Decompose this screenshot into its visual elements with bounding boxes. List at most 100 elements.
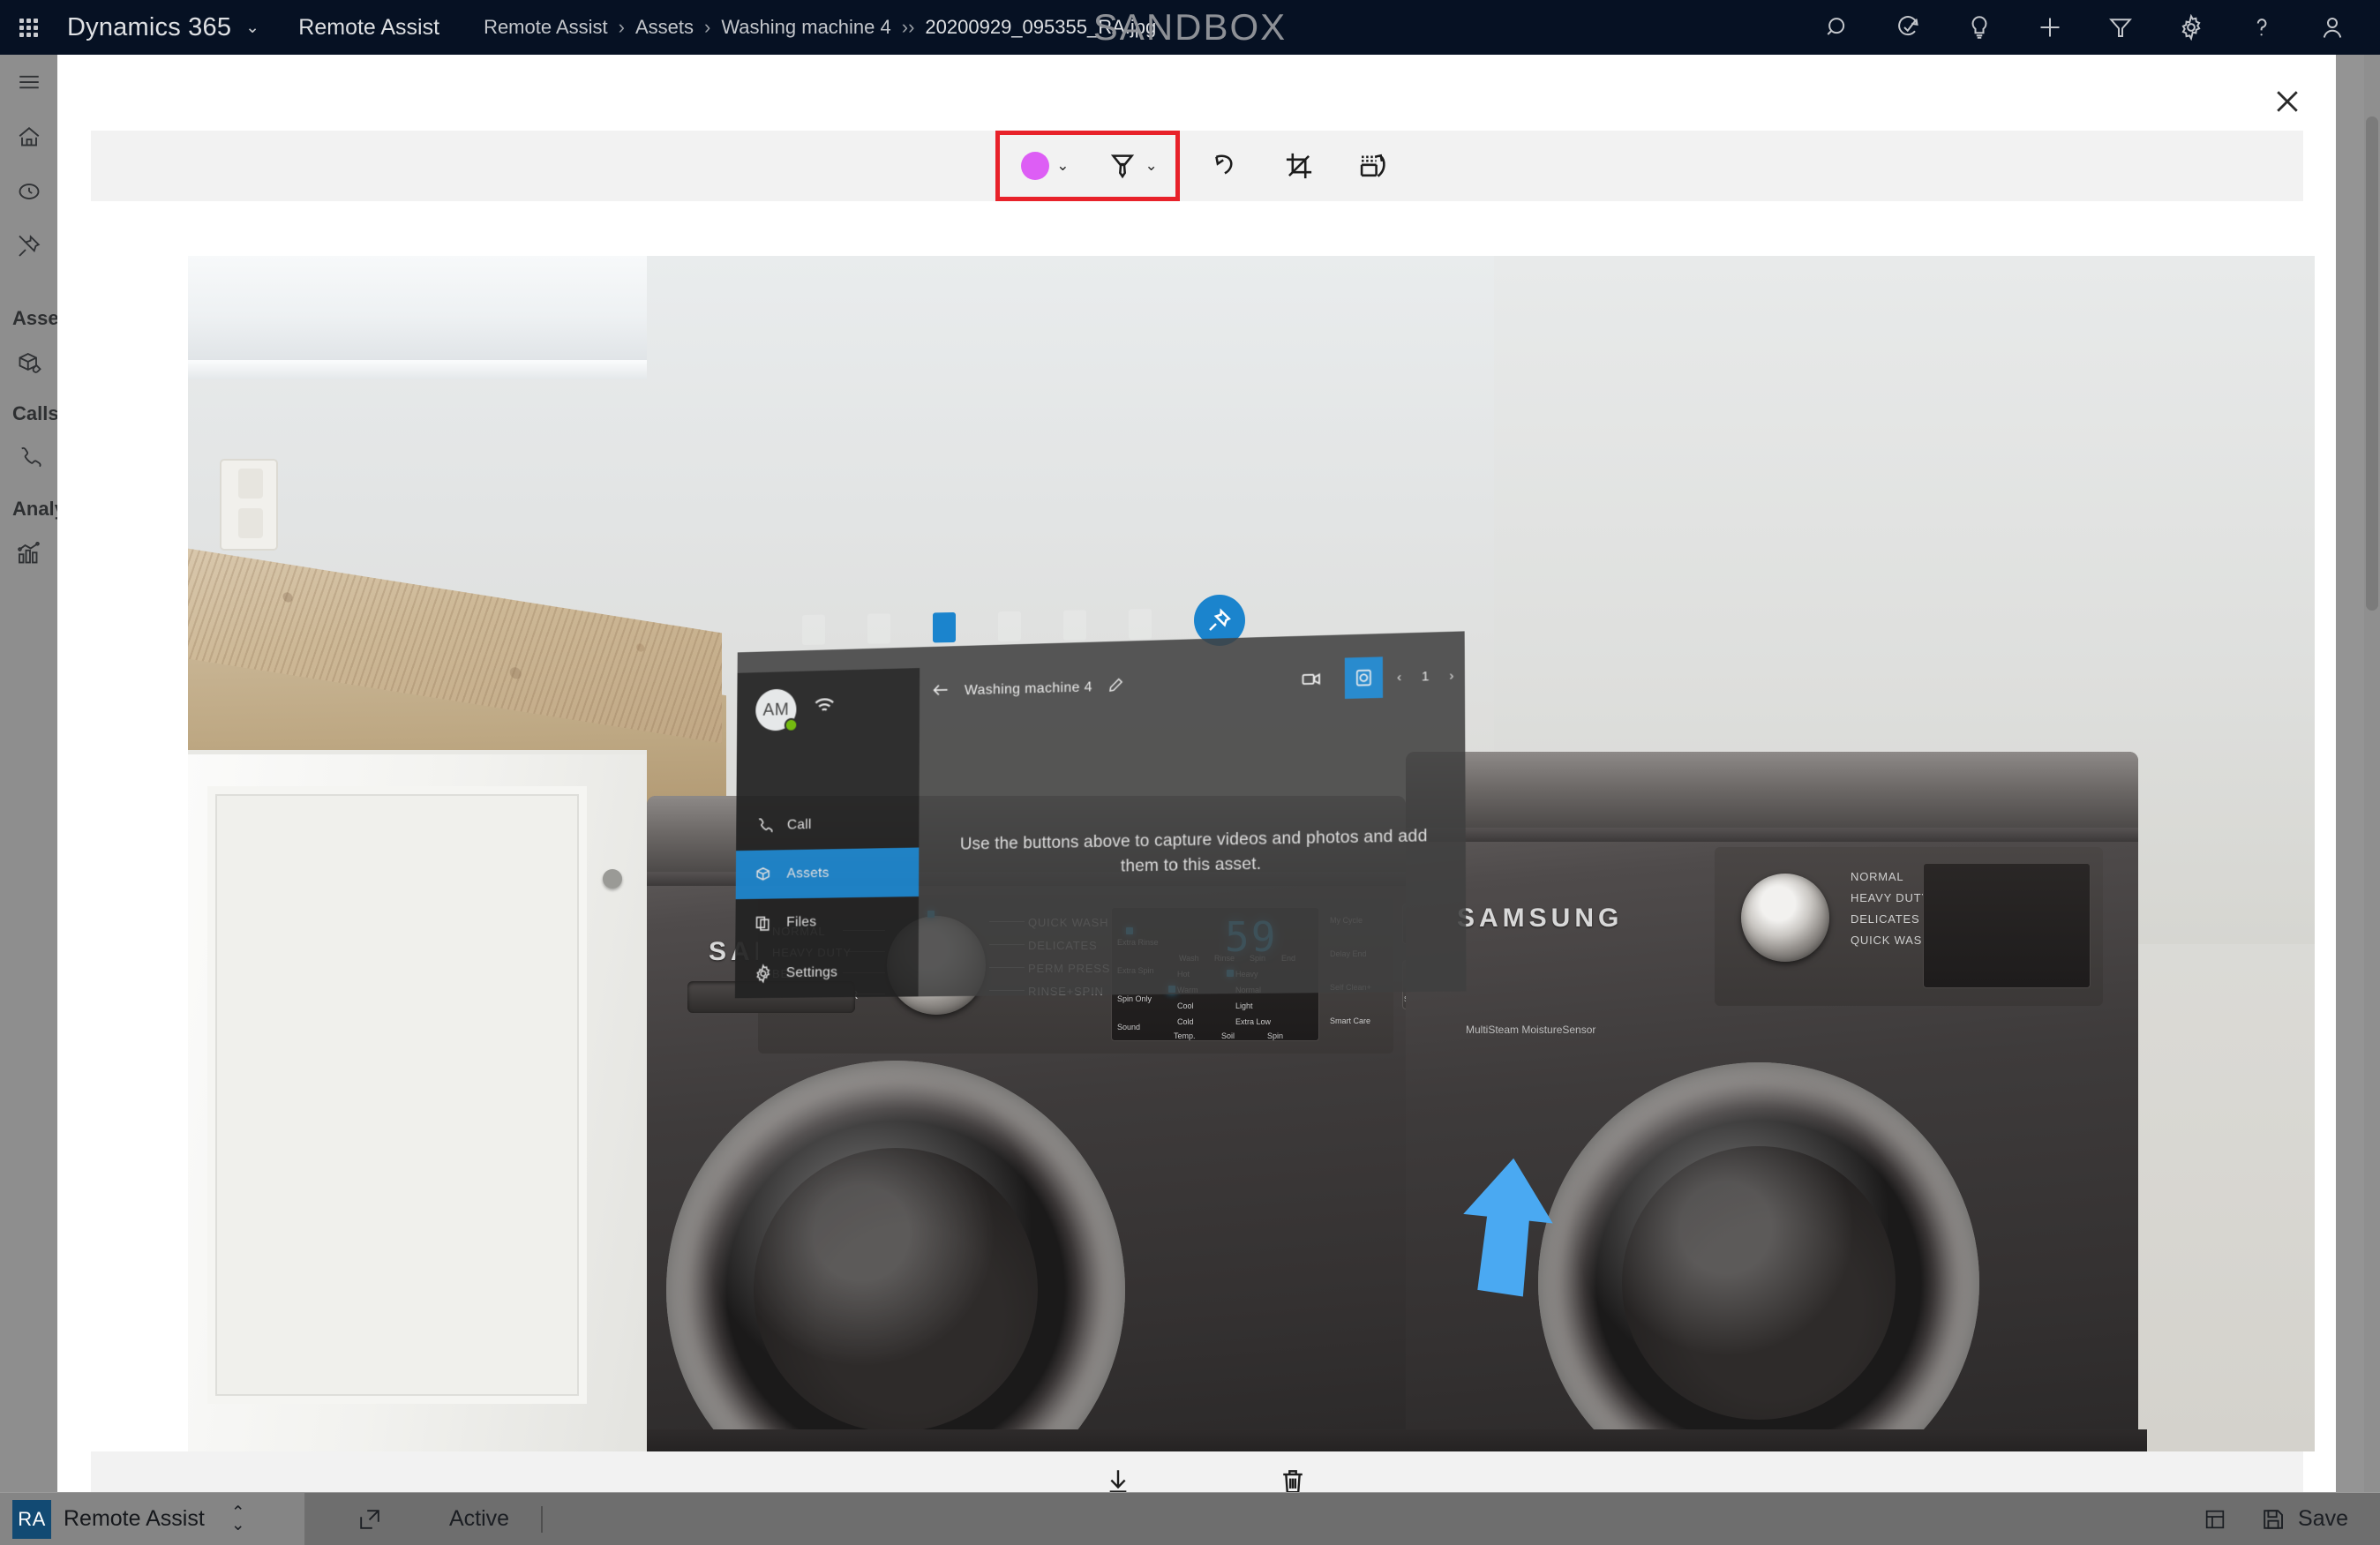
breadcrumb: Remote Assist › Assets › Washing machine… [484, 16, 1156, 39]
holo-nav-label: Call [786, 817, 812, 833]
holo-app-bar-chip[interactable] [802, 614, 825, 646]
breadcrumb-separator: ›› [901, 16, 915, 38]
show-chart-icon[interactable] [2194, 1493, 2236, 1545]
photo-dryer: SAMSUNG MultiSteam MoistureSensor NORMAL… [1406, 752, 2138, 1451]
add-icon[interactable] [2015, 0, 2085, 55]
holo-nav-settings[interactable]: Settings [735, 948, 919, 999]
holo-app-bar-chip[interactable] [1063, 610, 1086, 641]
filter-icon[interactable] [2085, 0, 2156, 55]
gear-icon[interactable] [2156, 0, 2226, 55]
undo-button[interactable] [1199, 140, 1250, 191]
breadcrumb-item-current-file: 20200929_095355_RA.jpg [925, 16, 1157, 38]
wifi-icon [812, 694, 837, 722]
holo-capture-controls: ‹ 1 › [1292, 655, 1454, 700]
ink-annotation-arrow-display [1459, 1156, 1556, 1297]
lightbulb-icon[interactable] [1944, 0, 2015, 55]
photo-dryer-control-panel: NORMAL HEAVY DUTY DELICATES QUICK WASH [1715, 847, 2103, 1006]
breadcrumb-item-assets[interactable]: Assets [635, 16, 694, 39]
image-viewer-dialog: ⌄ ⌄ Spin Only Sound Cool Cold Light Extr… [57, 55, 2336, 1545]
save-button[interactable]: Save [2252, 1506, 2357, 1532]
holo-app-bar-chip[interactable] [1129, 609, 1152, 640]
holo-pager: ‹ 1 › [1397, 668, 1453, 685]
chevron-down-icon: ⌄ [230, 1516, 245, 1534]
status-pipe [541, 1505, 544, 1533]
holo-remote-assist-window: AM Call Assets Files Settings Washing ma… [734, 631, 1467, 999]
chevron-down-icon[interactable]: ⌄ [1056, 157, 1069, 175]
app-launcher-icon[interactable] [0, 0, 56, 55]
status-record-info: Active [306, 1492, 2195, 1545]
photo-dryer-cycle-knob [1741, 874, 1829, 962]
bottom-status-bar: RA Remote Assist ⌃ ⌄ Active Save [0, 1492, 2380, 1545]
status-badge: Active [449, 1506, 510, 1531]
holo-edit-pencil-icon[interactable] [1107, 676, 1124, 698]
search-icon[interactable] [1803, 0, 1873, 55]
chevron-down-icon[interactable]: ⌄ [1145, 157, 1158, 175]
crop-button[interactable] [1273, 140, 1325, 191]
photo-washer-door [666, 1061, 1125, 1451]
brand-dynamics-365[interactable]: Dynamics 365 ⌄ [67, 13, 259, 42]
photo-temp-label: Cold [1177, 1017, 1194, 1026]
rotate-button[interactable] [1348, 140, 1399, 191]
chevron-up-down-icon[interactable]: ⌃ ⌄ [230, 1504, 245, 1534]
save-label: Save [2298, 1506, 2348, 1531]
asset-photo[interactable]: SAMSUNG VRT Plus NORMAL HEAVY DUTY BEDDI… [188, 256, 2315, 1451]
open-record-icon[interactable] [342, 1493, 398, 1545]
take-photo-button[interactable] [1344, 656, 1383, 699]
photo-dryer-door [1538, 1062, 1979, 1451]
toolbar-tool-row: ⌄ ⌄ [995, 131, 1399, 201]
app-name-label[interactable]: Remote Assist [298, 15, 439, 41]
holo-app-bar-chip-active[interactable] [933, 611, 956, 643]
photo-dryer-cycle-label: NORMAL [1851, 870, 1904, 883]
holo-asset-title: Washing machine 4 [964, 679, 1092, 699]
breadcrumb-item-washing-machine-4[interactable]: Washing machine 4 [721, 16, 890, 39]
photo-right-button-label: Smart Care [1330, 1016, 1371, 1025]
photo-soil-label: Extra Low [1235, 1017, 1272, 1026]
holo-app-bar-chip[interactable] [867, 613, 890, 644]
photo-window [188, 256, 647, 371]
relevance-search-icon[interactable] [1873, 0, 1944, 55]
photo-option-label: Sound [1117, 1023, 1141, 1031]
photo-washer-door-glass [753, 1147, 1039, 1433]
close-icon[interactable] [2260, 74, 2315, 129]
holo-nav-label: Assets [786, 866, 830, 881]
holo-nav-files[interactable]: Files [735, 896, 919, 948]
ink-color-swatch [1021, 152, 1050, 180]
chevron-down-icon[interactable]: ⌄ [245, 18, 259, 38]
holo-nav-label: Settings [785, 964, 838, 981]
breadcrumb-separator: › [704, 16, 711, 38]
waffle-grid [19, 18, 38, 37]
holo-app-bar-chip[interactable] [998, 611, 1021, 642]
user-account-icon[interactable] [2297, 0, 2368, 55]
app-badge: RA [12, 1499, 51, 1539]
breadcrumb-separator: › [618, 16, 625, 38]
photo-dryer-lip [1406, 828, 2138, 842]
holo-pager-next[interactable]: › [1449, 668, 1453, 683]
top-bar-command-icons [1803, 0, 2368, 55]
photo-dryer-door-glass [1622, 1146, 1896, 1420]
holo-pager-prev[interactable]: ‹ [1397, 669, 1401, 684]
holo-nav-assets[interactable]: Assets [735, 847, 920, 900]
breadcrumb-item-remote-assist[interactable]: Remote Assist [484, 16, 608, 39]
status-app-switcher[interactable]: RA Remote Assist ⌃ ⌄ [0, 1492, 304, 1545]
photo-dryer-digital-panel [1923, 863, 2091, 988]
photo-floor-shadow [647, 1429, 2147, 1451]
highlighted-tool-group: ⌄ ⌄ [995, 131, 1180, 201]
photo-cabinet [188, 750, 647, 1451]
presence-indicator [784, 717, 799, 732]
photo-option-label: Spin Only [1117, 994, 1152, 1003]
holo-nav-call[interactable]: Call [736, 799, 919, 851]
help-icon[interactable] [2226, 0, 2297, 55]
dynamics-365-app-window: Dynamics 365 ⌄ Remote Assist Remote Assi… [0, 0, 2380, 1545]
top-navigation-bar: Dynamics 365 ⌄ Remote Assist Remote Assi… [0, 0, 2380, 55]
holo-pager-page: 1 [1421, 668, 1430, 685]
holo-nav-label: Files [786, 914, 817, 930]
photo-section-label: Soil [1221, 1031, 1235, 1040]
holo-back-arrow-icon[interactable] [932, 681, 951, 701]
photo-dryer-cycle-label: HEAVY DUTY [1851, 891, 1930, 904]
ink-color-picker[interactable]: ⌄ [1016, 140, 1074, 191]
record-video-button[interactable] [1292, 658, 1330, 700]
photo-temp-label: Cool [1177, 1001, 1194, 1010]
holo-empty-state-message: Use the buttons above to capture videos … [959, 827, 1428, 876]
photo-dryer-brand: SAMSUNG [1457, 904, 1624, 933]
pen-tool[interactable]: ⌄ [1101, 140, 1163, 191]
